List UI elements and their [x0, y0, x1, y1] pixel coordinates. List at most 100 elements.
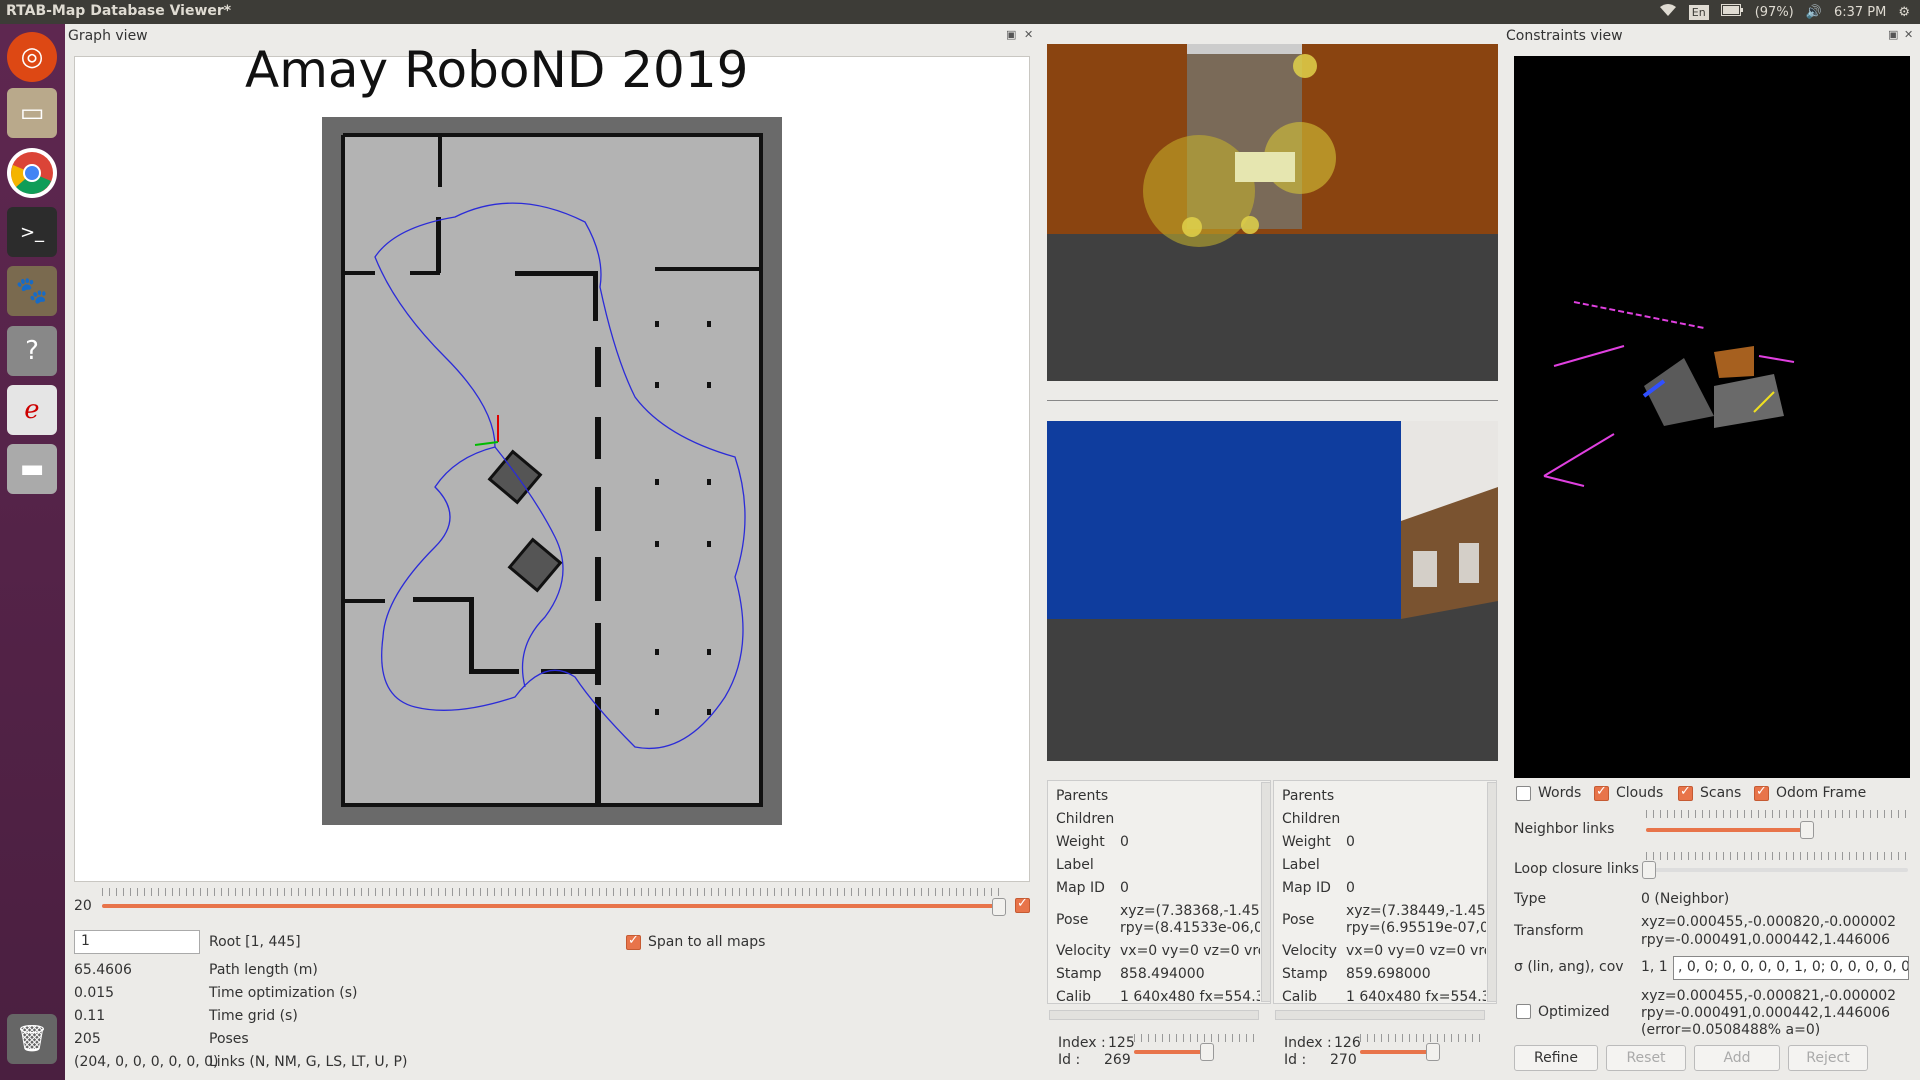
- graph-slider-checkbox[interactable]: [1015, 896, 1030, 913]
- node-info-left-scrollbar[interactable]: [1261, 782, 1271, 1002]
- wifi-icon[interactable]: [1659, 3, 1677, 21]
- words-checkbox[interactable]: [1516, 786, 1531, 801]
- scans-checkbox[interactable]: [1678, 784, 1693, 801]
- battery-percent: (97%): [1754, 4, 1794, 20]
- right-index-slider[interactable]: [1360, 1050, 1432, 1054]
- span-all-maps-checkbox[interactable]: [626, 933, 641, 950]
- id-label: Id :: [1058, 1052, 1081, 1068]
- refine-button[interactable]: Refine: [1514, 1045, 1598, 1071]
- occupancy-map: [322, 117, 782, 825]
- help-icon[interactable]: ?: [7, 326, 57, 376]
- image-divider: [1047, 400, 1498, 401]
- node-info-right-scrollbar[interactable]: [1487, 782, 1497, 1002]
- constraints-3d-view[interactable]: [1514, 56, 1910, 778]
- keyboard-indicator[interactable]: En: [1688, 4, 1709, 20]
- neighbor-links-slider[interactable]: [1646, 828, 1806, 832]
- field-label: Weight: [1056, 834, 1105, 850]
- field-value: 858.494000: [1120, 966, 1205, 982]
- odom-frame-checkbox[interactable]: [1754, 784, 1769, 801]
- files-icon[interactable]: ▭: [7, 88, 57, 138]
- graph-slider[interactable]: [102, 904, 1000, 908]
- loop-closure-links-slider-handle[interactable]: [1642, 861, 1656, 879]
- graph-canvas[interactable]: Amay RoboND 2019: [74, 41, 1030, 882]
- left-image-view[interactable]: [1047, 44, 1498, 381]
- constraints-float-button[interactable]: ▣: [1888, 28, 1898, 41]
- index-value: 125: [1108, 1035, 1135, 1051]
- launcher: ◎ ▭ >_ 🐾 ? ℯ ▬ 🗑: [0, 24, 65, 1080]
- field-value: 1 640x480 fx=554.38: [1120, 989, 1260, 1005]
- terminal-icon[interactable]: >_: [7, 207, 57, 257]
- field-label: Children: [1282, 811, 1341, 827]
- gear-icon[interactable]: ⚙: [1898, 5, 1910, 20]
- map-id-spinbox[interactable]: 1: [74, 930, 200, 954]
- field-value: 0: [1120, 880, 1129, 896]
- trash-icon[interactable]: 🗑: [7, 1014, 57, 1064]
- type-value: 0 (Neighbor): [1641, 891, 1730, 907]
- index-label: Index :: [1058, 1035, 1106, 1051]
- optimized-rpy: rpy=-0.000491,0.000442,1.446006: [1641, 1005, 1891, 1021]
- optimized-xyz: xyz=0.000455,-0.000821,-0.000002: [1641, 988, 1897, 1004]
- ubuntu-icon[interactable]: ◎: [7, 32, 57, 82]
- left-index-slider-handle[interactable]: [1200, 1043, 1214, 1061]
- field-label: Map ID: [1282, 880, 1331, 896]
- stat-label: Time grid (s): [209, 1008, 298, 1024]
- stat-label: Poses: [209, 1031, 249, 1047]
- field-value: 859.698000: [1346, 966, 1431, 982]
- constraints-view-title: Constraints view: [1506, 28, 1623, 44]
- reset-button[interactable]: Reset: [1606, 1045, 1686, 1071]
- sigma-label: σ (lin, ang), cov: [1514, 959, 1624, 975]
- graph-slider-handle[interactable]: [992, 898, 1006, 916]
- clock[interactable]: 6:37 PM: [1834, 5, 1886, 20]
- neighbor-links-slider-handle[interactable]: [1800, 821, 1814, 839]
- node-info-right-hscrollbar[interactable]: [1275, 1010, 1485, 1020]
- type-label: Type: [1514, 891, 1547, 907]
- graph-view-float-button[interactable]: ▣: [1006, 28, 1016, 41]
- covariance-field[interactable]: , 0, 0; 0, 0, 0, 0, 1, 0; 0, 0, 0, 0, 0,…: [1673, 956, 1909, 980]
- stat-value: 65.4606: [74, 962, 132, 978]
- field-label: Pose: [1282, 912, 1315, 928]
- graph-slider-value: 20: [74, 898, 92, 914]
- add-button[interactable]: Add: [1694, 1045, 1780, 1071]
- loop-closure-links-slider[interactable]: [1646, 868, 1908, 872]
- field-value: vx=0 vy=0 vz=0 vroll: [1120, 943, 1260, 959]
- gimp-icon[interactable]: 🐾: [7, 266, 57, 316]
- graph-view-close-button[interactable]: ✕: [1024, 28, 1033, 41]
- odom-frame-label: Odom Frame: [1776, 785, 1867, 801]
- right-index-slider-handle[interactable]: [1426, 1043, 1440, 1061]
- optimized-checkbox[interactable]: [1516, 1004, 1531, 1019]
- optimized-error: (error=0.0508488% a=0): [1641, 1022, 1821, 1038]
- stat-value: (204, 0, 0, 0, 0, 0, 0): [74, 1054, 219, 1070]
- stat-label: Links (N, NM, G, LS, LT, U, P): [209, 1054, 408, 1070]
- constraints-close-button[interactable]: ✕: [1904, 28, 1913, 41]
- volume-icon[interactable]: 🔊: [1806, 5, 1822, 20]
- pose-value-2: rpy=(6.95519e-07,0.0: [1346, 920, 1486, 936]
- chrome-icon[interactable]: [7, 148, 57, 198]
- id-label: Id :: [1284, 1052, 1307, 1068]
- transform-rpy: rpy=-0.000491,0.000442,1.446006: [1641, 932, 1891, 948]
- stat-value: 205: [74, 1031, 101, 1047]
- stat-value: 0.015: [74, 985, 115, 1001]
- reject-button[interactable]: Reject: [1788, 1045, 1868, 1071]
- sigma-value: 1, 1: [1641, 959, 1668, 975]
- field-label: Weight: [1282, 834, 1331, 850]
- id-value: 269: [1104, 1052, 1131, 1068]
- clouds-checkbox[interactable]: [1594, 784, 1609, 801]
- pose-value: xyz=(7.38368,-1.452: [1120, 903, 1260, 919]
- node-info-left-hscrollbar[interactable]: [1049, 1010, 1259, 1020]
- field-value: 0: [1346, 880, 1355, 896]
- right-image-view[interactable]: [1047, 421, 1498, 761]
- battery-icon[interactable]: [1720, 4, 1743, 20]
- map-id-value: 1: [81, 933, 90, 949]
- field-label: Parents: [1056, 788, 1109, 804]
- graph-slider-ticks: [102, 888, 1000, 896]
- right-index-ticks: [1360, 1034, 1480, 1042]
- pose-value-2: rpy=(8.41533e-06,0.0: [1120, 920, 1260, 936]
- left-index-slider[interactable]: [1134, 1050, 1206, 1054]
- field-label: Velocity: [1282, 943, 1337, 959]
- disk-icon[interactable]: ▬: [7, 444, 57, 494]
- index-value: 126: [1334, 1035, 1361, 1051]
- window-title: RTAB-Map Database Viewer*: [6, 3, 232, 19]
- pdf-reader-icon[interactable]: ℯ: [7, 385, 57, 435]
- pose-value: xyz=(7.38449,-1.452: [1346, 903, 1486, 919]
- transform-xyz: xyz=0.000455,-0.000820,-0.000002: [1641, 914, 1897, 930]
